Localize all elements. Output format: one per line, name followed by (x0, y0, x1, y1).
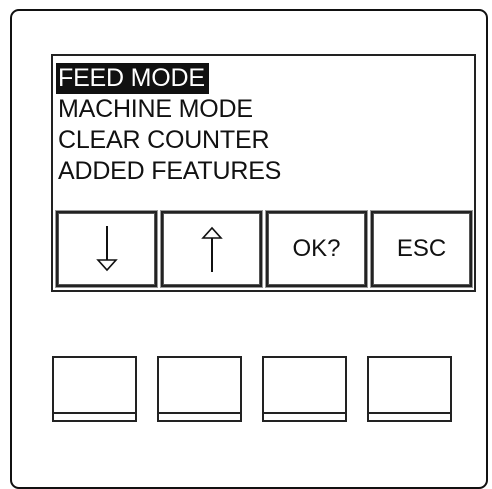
control-panel: FEED MODE MACHINE MODE CLEAR COUNTER ADD… (10, 9, 488, 489)
hardware-button-row (52, 356, 472, 426)
softkey-down[interactable] (56, 211, 157, 287)
button-ledge (159, 412, 240, 414)
lcd-display: FEED MODE MACHINE MODE CLEAR COUNTER ADD… (51, 54, 476, 292)
softkey-up[interactable] (161, 211, 262, 287)
hardware-button-3[interactable] (262, 356, 347, 422)
button-ledge (369, 412, 450, 414)
menu-item-machine-mode[interactable]: MACHINE MODE (56, 94, 257, 125)
menu-list: FEED MODE MACHINE MODE CLEAR COUNTER ADD… (56, 63, 285, 187)
button-ledge (264, 412, 345, 414)
softkey-ok[interactable]: OK? (266, 211, 367, 287)
softkey-ok-label: OK? (292, 235, 341, 262)
softkey-esc-label: ESC (396, 235, 447, 262)
softkey-bar: OK? ESC (53, 206, 474, 290)
menu-item-clear-counter[interactable]: CLEAR COUNTER (56, 125, 273, 156)
softkey-esc[interactable]: ESC (371, 211, 472, 287)
arrow-up-icon (200, 226, 223, 272)
menu-item-feed-mode[interactable]: FEED MODE (56, 63, 209, 94)
hardware-button-4[interactable] (367, 356, 452, 422)
hardware-button-1[interactable] (52, 356, 137, 422)
menu-item-added-features[interactable]: ADDED FEATURES (56, 156, 285, 187)
arrow-down-icon (95, 226, 118, 272)
button-ledge (54, 412, 135, 414)
hardware-button-2[interactable] (157, 356, 242, 422)
